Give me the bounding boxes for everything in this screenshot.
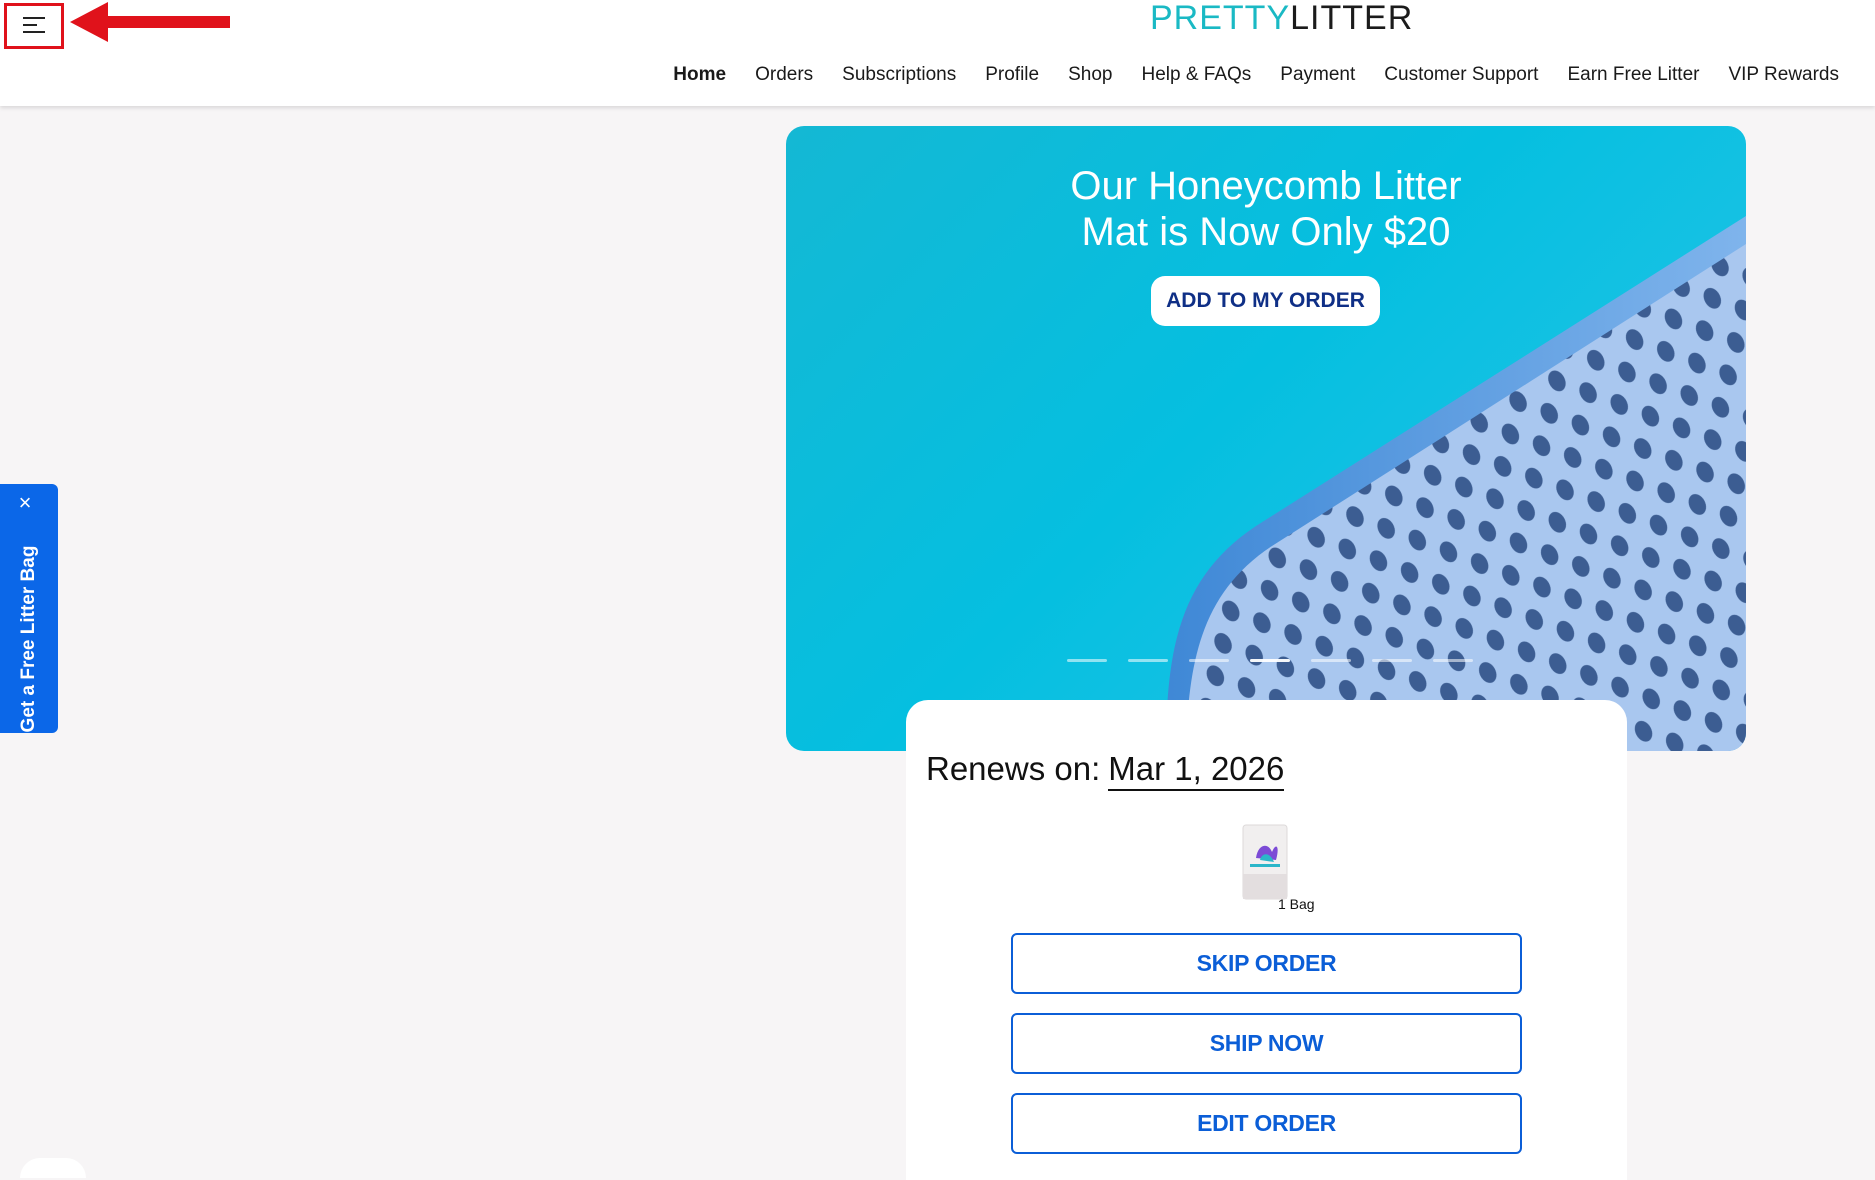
- prettylitter-logo[interactable]: PRETTYLITTER: [1150, 0, 1412, 40]
- free-litter-bag-label: Get a Free Litter Bag: [18, 545, 39, 733]
- product-quantity: 1 Bag: [1278, 896, 1315, 912]
- carousel-dot[interactable]: [1311, 659, 1351, 662]
- renewal-info: Renews on: Mar 1, 2026: [926, 750, 1285, 791]
- carousel-dot[interactable]: [1372, 659, 1412, 662]
- carousel-dot[interactable]: [1189, 659, 1229, 662]
- carousel-indicators: [1067, 659, 1473, 662]
- nav-payment[interactable]: Payment: [1280, 64, 1355, 86]
- logo-text-pretty: PRETTY: [1150, 0, 1291, 37]
- nav-profile[interactable]: Profile: [985, 64, 1039, 86]
- nav-earn-free-litter[interactable]: Earn Free Litter: [1567, 64, 1699, 86]
- banner-headline: Our Honeycomb Litter Mat is Now Only $20: [786, 163, 1746, 255]
- chat-widget-edge[interactable]: [20, 1158, 86, 1178]
- ship-now-button[interactable]: SHIP NOW: [1011, 1013, 1522, 1074]
- subscription-card: Renews on: Mar 1, 2026 1 Bag SKIP ORDER S…: [906, 700, 1627, 1180]
- close-icon[interactable]: ×: [16, 492, 34, 514]
- nav-home[interactable]: Home: [673, 64, 726, 86]
- logo-text-litter: LITTER: [1290, 0, 1414, 37]
- annotation-arrow-icon: [70, 2, 230, 42]
- carousel-dot-active[interactable]: [1250, 659, 1290, 662]
- carousel-dot[interactable]: [1067, 659, 1107, 662]
- hamburger-menu-icon-bar: [23, 31, 45, 33]
- edit-order-button[interactable]: EDIT ORDER: [1011, 1093, 1522, 1154]
- renewal-date[interactable]: Mar 1, 2026: [1108, 750, 1285, 791]
- carousel-dot[interactable]: [1433, 659, 1473, 662]
- skip-order-button[interactable]: SKIP ORDER: [1011, 933, 1522, 994]
- add-to-my-order-button[interactable]: ADD TO MY ORDER: [1151, 276, 1380, 326]
- nav-orders[interactable]: Orders: [755, 64, 813, 86]
- banner-headline-line2: Mat is Now Only $20: [1081, 210, 1451, 254]
- top-header: PRETTYLITTER Home Orders Subscriptions P…: [0, 0, 1875, 106]
- renews-on-label: Renews on:: [926, 750, 1101, 787]
- nav-subscriptions[interactable]: Subscriptions: [842, 64, 956, 86]
- banner-headline-line1: Our Honeycomb Litter: [1070, 164, 1462, 208]
- hamburger-menu-icon: [23, 17, 45, 19]
- nav-vip-rewards[interactable]: VIP Rewards: [1728, 64, 1839, 86]
- hamburger-menu-icon-bar: [23, 24, 37, 26]
- nav-shop[interactable]: Shop: [1068, 64, 1112, 86]
- nav-help-faqs[interactable]: Help & FAQs: [1141, 64, 1251, 86]
- main-nav: Home Orders Subscriptions Profile Shop H…: [644, 64, 1839, 86]
- hamburger-menu-button[interactable]: [4, 3, 64, 49]
- promo-banner[interactable]: Our Honeycomb Litter Mat is Now Only $20…: [786, 126, 1746, 751]
- litter-bag-image: [1242, 824, 1288, 900]
- nav-customer-support[interactable]: Customer Support: [1384, 64, 1538, 86]
- free-litter-bag-tab[interactable]: × Get a Free Litter Bag: [0, 484, 58, 733]
- carousel-dot[interactable]: [1128, 659, 1168, 662]
